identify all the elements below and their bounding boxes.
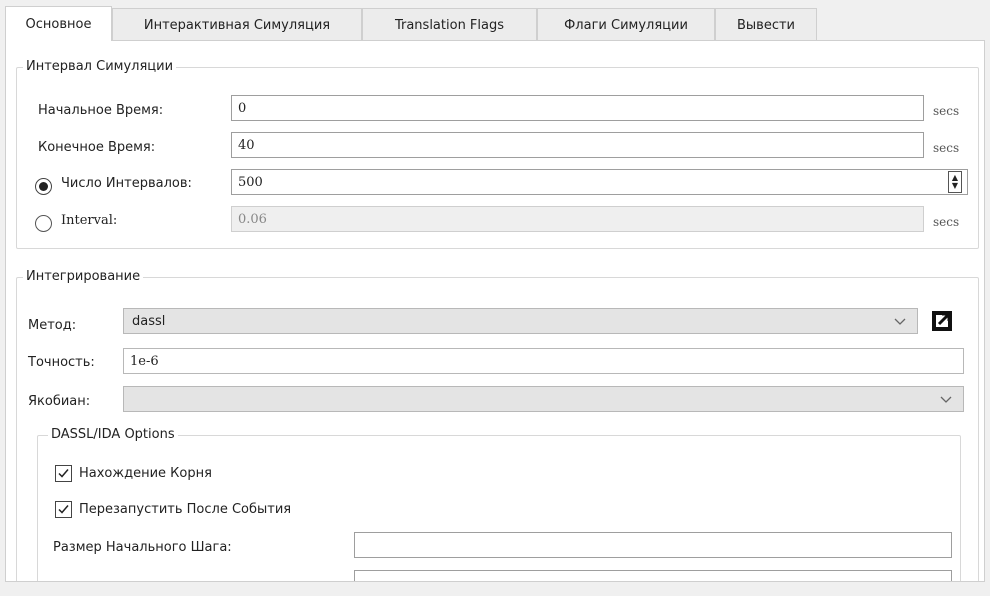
external-link-icon	[932, 311, 952, 331]
group-title: Интегрирование	[23, 269, 144, 284]
tab-label: Translation Flags	[394, 17, 505, 33]
tab-output[interactable]: Вывести	[715, 8, 817, 41]
tab-panel-general: Интервал Симуляции Начальное Время: 0 se…	[5, 40, 985, 582]
method-value: dassl	[132, 313, 166, 329]
dassl-options-group: DASSL/IDA Options Нахождение Корня Перез…	[37, 427, 961, 581]
tab-label: Вывести	[736, 17, 795, 33]
method-label: Метод:	[28, 318, 77, 333]
jacobian-select[interactable]	[123, 386, 964, 412]
restart-after-event-label: Перезапустить После События	[79, 502, 292, 517]
tab-bar: Основное Интерактивная Симуляция Transla…	[0, 0, 990, 41]
chevron-down-icon	[940, 396, 952, 403]
interval-radio[interactable]	[35, 215, 52, 232]
start-time-unit: secs	[933, 104, 960, 118]
checkmark-icon	[58, 505, 69, 514]
tab-label: Флаги Симуляции	[564, 17, 688, 33]
interval-unit: secs	[933, 215, 960, 229]
start-time-label: Начальное Время:	[38, 103, 164, 118]
tab-simulation-flags[interactable]: Флаги Симуляции	[537, 8, 715, 41]
num-intervals-spinbox[interactable]: 500	[231, 169, 968, 195]
num-intervals-radio[interactable]	[35, 178, 52, 195]
interval-input[interactable]: 0.06	[231, 206, 924, 232]
chevron-down-icon	[894, 318, 906, 325]
restart-after-event-checkbox[interactable]	[55, 501, 72, 518]
max-step-size-input[interactable]	[354, 570, 952, 581]
jacobian-label: Якобиан:	[28, 394, 91, 409]
initial-step-size-input[interactable]	[354, 532, 952, 558]
interval-value: 0.06	[238, 211, 267, 227]
stop-time-unit: secs	[933, 141, 960, 155]
num-intervals-label: Число Интервалов:	[61, 176, 192, 191]
interval-label: Interval:	[61, 213, 118, 228]
tolerance-label: Точность:	[28, 355, 95, 370]
tolerance-input[interactable]: 1e-6	[123, 348, 964, 374]
tab-general[interactable]: Основное	[5, 6, 112, 41]
integration-group: Интегрирование Метод: dassl Точность: 1e…	[16, 269, 979, 581]
tab-label: Основное	[25, 16, 92, 32]
root-finding-label: Нахождение Корня	[79, 466, 212, 481]
method-select[interactable]: dassl	[123, 308, 918, 334]
initial-step-size-label: Размер Начального Шага:	[53, 540, 232, 555]
group-title: DASSL/IDA Options	[48, 427, 178, 442]
bottom-strip	[0, 582, 990, 596]
stop-time-value: 40	[238, 137, 255, 153]
stop-time-label: Конечное Время:	[38, 140, 156, 155]
spinbox-arrows[interactable]: ▲ ▼	[948, 171, 962, 193]
tolerance-value: 1e-6	[130, 353, 159, 369]
tab-translation-flags[interactable]: Translation Flags	[362, 8, 537, 41]
root-finding-checkbox[interactable]	[55, 465, 72, 482]
start-time-input[interactable]: 0	[231, 95, 924, 121]
simulation-interval-group: Интервал Симуляции Начальное Время: 0 se…	[16, 59, 979, 249]
group-title: Интервал Симуляции	[23, 59, 177, 74]
start-time-value: 0	[238, 100, 247, 116]
external-link-button[interactable]	[928, 307, 956, 335]
tab-interactive-simulation[interactable]: Интерактивная Симуляция	[112, 8, 362, 41]
stop-time-input[interactable]: 40	[231, 132, 924, 158]
checkmark-icon	[58, 469, 69, 478]
num-intervals-value: 500	[238, 174, 263, 190]
tab-label: Интерактивная Симуляция	[143, 17, 331, 33]
